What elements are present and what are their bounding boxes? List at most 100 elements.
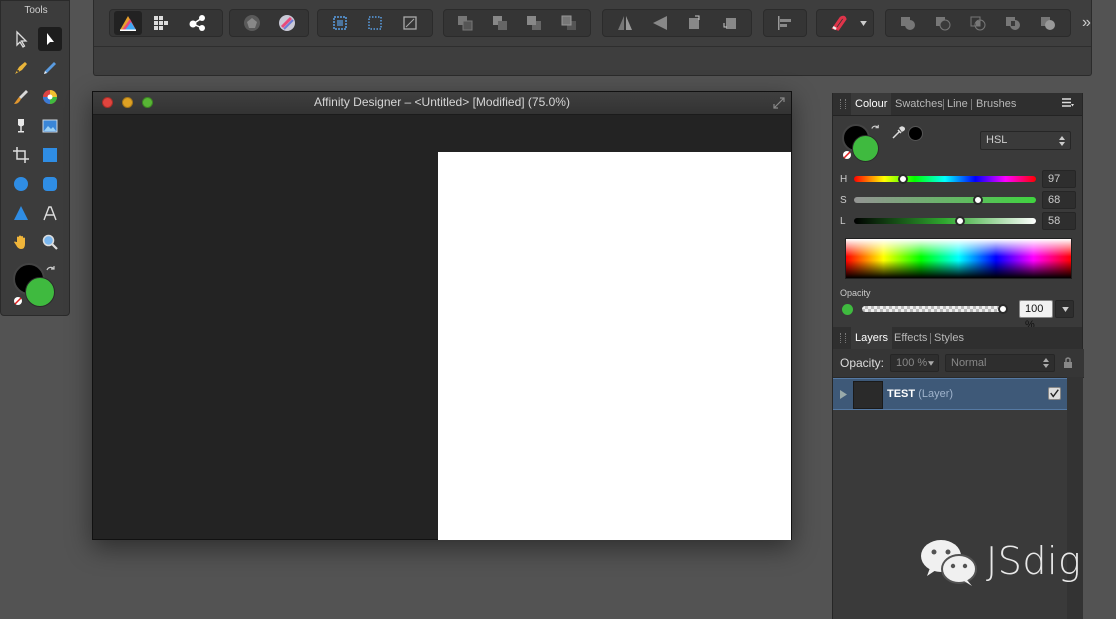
boolean-divide-icon <box>1041 17 1056 30</box>
triangle-tool-button[interactable] <box>9 201 33 225</box>
fullscreen-icon[interactable] <box>772 96 786 110</box>
move-to-front-button[interactable] <box>552 10 587 36</box>
rotate-box-button[interactable] <box>393 10 428 36</box>
tab-brushes[interactable]: Brushes <box>976 98 1016 110</box>
panel-menu-icon[interactable] <box>1062 98 1074 108</box>
swap-colours-icon[interactable] <box>870 124 881 135</box>
crop-tool-button[interactable] <box>9 143 33 167</box>
brush-icon <box>14 90 28 104</box>
flip-horizontal-button[interactable] <box>607 10 642 36</box>
no-colour-icon[interactable] <box>842 150 852 160</box>
pencil-tool-button[interactable] <box>38 56 62 80</box>
saturation-slider[interactable] <box>854 197 1036 203</box>
rectangle-tool-button[interactable] <box>38 143 62 167</box>
move-to-back-button[interactable] <box>448 10 483 36</box>
colour-wheel-icon <box>43 90 57 104</box>
lightness-value-field[interactable]: 58 <box>1042 212 1076 230</box>
divide-boolean-button[interactable] <box>1031 10 1066 36</box>
colour-spectrum[interactable] <box>845 238 1072 279</box>
eyedropper-icon[interactable] <box>891 126 905 140</box>
tab-swatches[interactable]: Swatches <box>895 98 943 110</box>
saturation-value-field[interactable]: 68 <box>1042 191 1076 209</box>
place-image-tool-button[interactable] <box>38 114 62 138</box>
hue-slider[interactable] <box>854 176 1036 182</box>
flip-rotate-group <box>602 9 752 37</box>
document-titlebar[interactable]: Affinity Designer – <Untitled> [Modified… <box>93 92 791 115</box>
subtract-boolean-button[interactable] <box>925 10 960 36</box>
snapping-group <box>816 9 874 37</box>
lightness-slider-knob[interactable] <box>954 216 965 226</box>
tool-colour-wells[interactable] <box>13 263 59 309</box>
opacity-slider[interactable] <box>862 306 1004 312</box>
snapping-button[interactable] <box>234 10 269 36</box>
brush-tool-button[interactable] <box>9 85 33 109</box>
snapping-magnet-button[interactable] <box>821 10 857 36</box>
assistant-button[interactable] <box>269 10 304 36</box>
align-button[interactable] <box>768 10 802 36</box>
bounding-box-button[interactable] <box>357 10 392 36</box>
intersect-boolean-button[interactable] <box>960 10 995 36</box>
transform-box-icon <box>403 16 417 30</box>
boolean-group <box>885 9 1071 37</box>
tab-styles[interactable]: Styles <box>934 332 964 344</box>
fill-colour-well[interactable] <box>852 135 879 162</box>
expand-triangle-icon[interactable] <box>840 390 847 399</box>
layer-row[interactable]: TEST (Layer) <box>833 378 1067 410</box>
no-colour-icon[interactable] <box>13 296 23 306</box>
swap-colours-icon[interactable] <box>45 265 57 277</box>
move-forward-button[interactable] <box>517 10 552 36</box>
zoom-tool-button[interactable] <box>38 230 62 254</box>
pixel-grid-icon <box>153 16 168 30</box>
fill-colour-well[interactable] <box>25 277 55 307</box>
flip-vertical-button[interactable] <box>642 10 677 36</box>
wechat-logo-icon <box>921 540 977 586</box>
rotate-right-button[interactable] <box>712 10 747 36</box>
pixel-persona-button[interactable] <box>142 10 179 36</box>
saturation-slider-knob[interactable] <box>972 195 983 205</box>
opacity-dropdown[interactable] <box>1055 300 1074 318</box>
pencil-icon <box>44 62 56 74</box>
hue-value-field[interactable]: 97 <box>1042 170 1076 188</box>
colour-mode-select[interactable]: HSL <box>980 131 1071 150</box>
layer-visibility-checkbox[interactable] <box>1048 387 1061 400</box>
layer-opacity-select[interactable]: 100 % <box>890 354 939 372</box>
snapping-dropdown[interactable] <box>857 10 869 36</box>
main-toolbar: » <box>93 0 1092 76</box>
lightness-slider[interactable] <box>854 218 1036 224</box>
colour-picker-tool-button[interactable] <box>38 85 62 109</box>
transparency-tool-button[interactable] <box>9 114 33 138</box>
text-icon <box>43 206 57 221</box>
picked-colour-swatch[interactable] <box>908 126 923 141</box>
tab-effects[interactable]: Effects <box>894 332 927 344</box>
blend-mode-select[interactable]: Normal <box>945 354 1055 372</box>
tab-line[interactable]: Line <box>947 98 968 110</box>
hue-slider-knob[interactable] <box>898 174 909 184</box>
rotate-left-button[interactable] <box>677 10 712 36</box>
ellipse-tool-button[interactable] <box>9 172 33 196</box>
xor-boolean-button[interactable] <box>996 10 1031 36</box>
boolean-subtract-icon <box>935 17 951 31</box>
up-down-arrows-icon <box>1043 358 1049 368</box>
export-persona-button[interactable] <box>179 10 216 36</box>
toolbar-overflow-icon[interactable]: » <box>1082 14 1091 32</box>
text-tool-button[interactable] <box>38 201 62 225</box>
pen-tool-button[interactable] <box>9 56 33 80</box>
panel-grip-icon[interactable] <box>840 99 846 109</box>
move-tool-button[interactable] <box>38 27 62 51</box>
tab-layers[interactable]: Layers <box>851 327 893 349</box>
panel-grip-icon[interactable] <box>840 333 846 343</box>
opacity-value-field[interactable]: 100 % <box>1019 300 1053 331</box>
colour-wells[interactable] <box>842 124 884 164</box>
transform-origin-button[interactable] <box>322 10 357 36</box>
rounded-rectangle-tool-button[interactable] <box>38 172 62 196</box>
designer-persona-button[interactable] <box>114 11 142 35</box>
tab-colour[interactable]: Colour <box>851 93 892 115</box>
lock-icon[interactable] <box>1063 356 1073 369</box>
hand-tool-button[interactable] <box>9 230 33 254</box>
chevron-down-icon <box>1062 307 1069 312</box>
node-tool-button[interactable] <box>9 27 33 51</box>
artboard-canvas[interactable] <box>438 152 791 540</box>
add-boolean-button[interactable] <box>890 10 925 36</box>
opacity-slider-knob[interactable] <box>998 304 1008 314</box>
move-back-button[interactable] <box>483 10 518 36</box>
